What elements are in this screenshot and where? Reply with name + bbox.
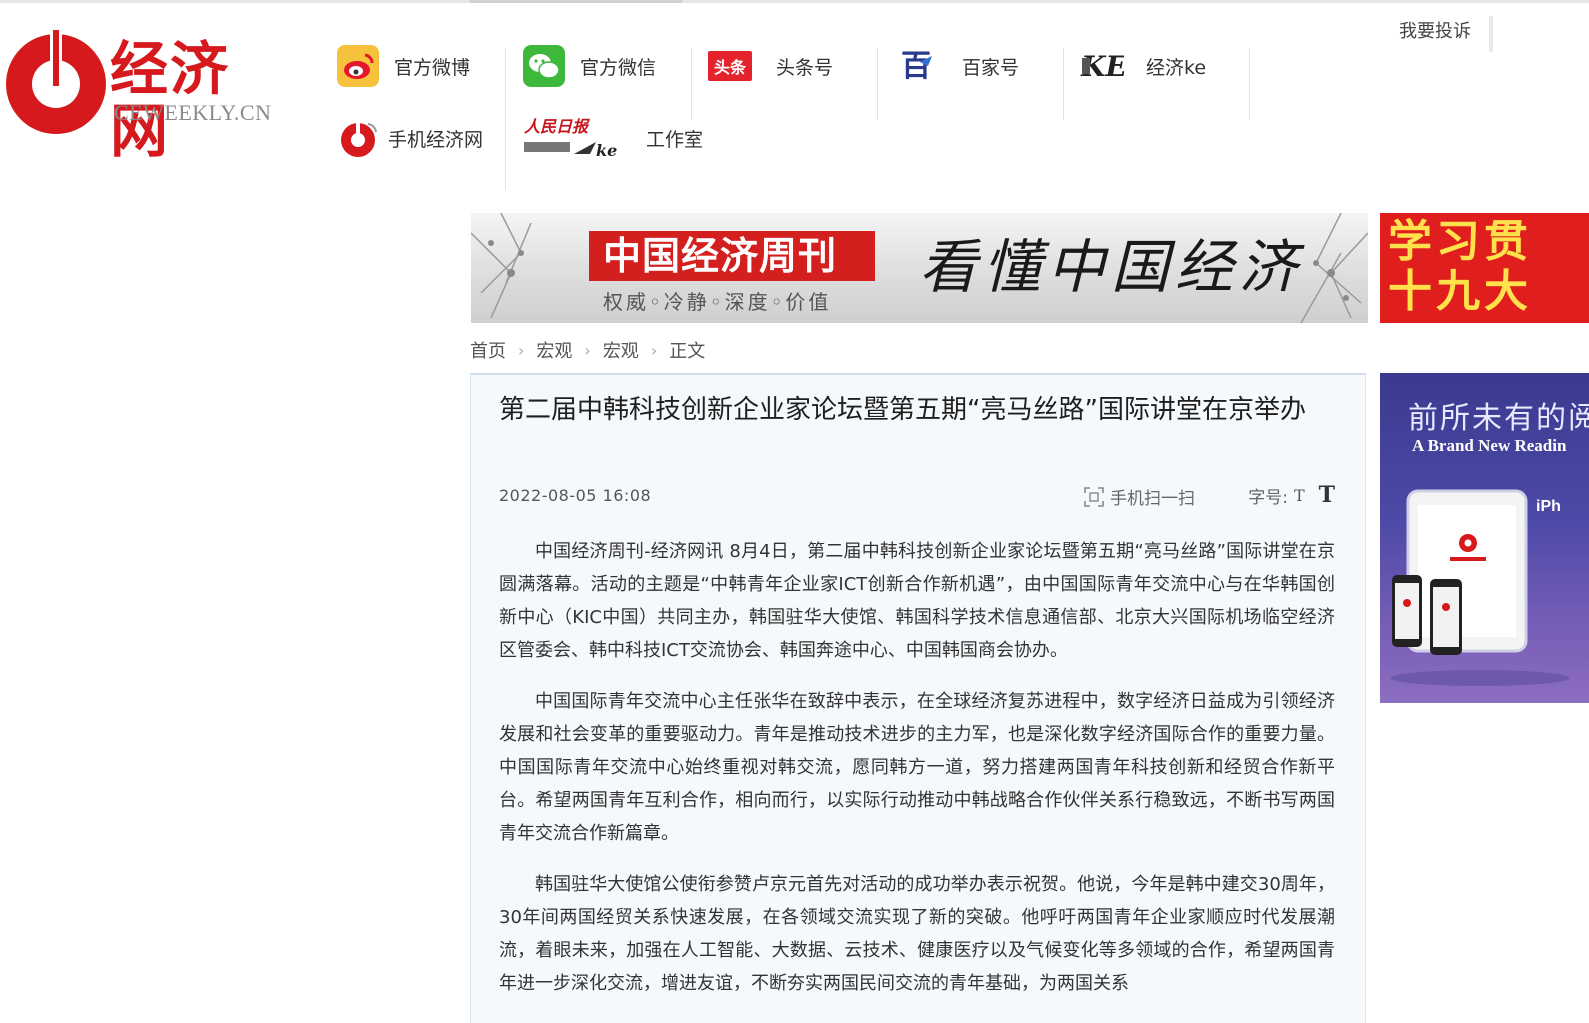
article-date: 2022-08-05 16:08 (499, 486, 652, 505)
social-label: 手机经济网 (388, 128, 484, 151)
side-banner-line2: 十九大 (1388, 266, 1532, 317)
divider (691, 48, 692, 120)
chevron-right-icon: › (584, 340, 591, 360)
divider (505, 120, 506, 190)
logo-disc-icon (6, 28, 106, 134)
social-wechat[interactable]: 官方微信 (522, 44, 656, 88)
svg-text:ke: ke (596, 141, 617, 160)
font-size-label: 字号: (1248, 487, 1288, 508)
article-paragraph: 中国经济周刊-经济网讯 8月4日，第二届中韩科技创新企业家论坛暨第五期“亮马丝路… (499, 541, 1335, 661)
chevron-right-icon: › (650, 340, 658, 360)
social-jingjike[interactable]: KE 经济ke (1080, 44, 1206, 88)
side-banner-line1: 学习贯 (1388, 216, 1532, 267)
weibo-icon (336, 44, 380, 88)
font-size-small-button[interactable]: T (1294, 486, 1305, 505)
scan-qr-link[interactable]: 手机扫一扫 (1084, 484, 1195, 509)
breadcrumb-current: 正文 (669, 341, 706, 362)
social-weibo[interactable]: 官方微博 (336, 44, 470, 88)
svg-text:头条: 头条 (714, 58, 747, 77)
social-label: 官方微博 (394, 56, 471, 79)
breadcrumb-macro-sub[interactable]: 宏观 (603, 337, 639, 363)
breadcrumb: 首页 › 宏观 › 宏观 › 正文 (470, 337, 705, 363)
side-ad[interactable]: 前所未有的阅 A Brand New Readin iPh (1380, 373, 1589, 703)
social-label: 百家号 (962, 56, 1020, 79)
article-paragraph: 韩国驻华大使馆公使衔参赞卢京元首先对活动的成功举办表示祝贺。他说，今年是韩中建交… (499, 874, 1335, 994)
article: 第二届中韩科技创新企业家论坛暨第五期“亮马丝路”国际讲堂在京举办 2022-08… (470, 373, 1366, 1023)
banner-slogan: 看懂中国经济 (919, 233, 1304, 301)
ad-headline: 前所未有的阅 (1408, 401, 1589, 436)
top-progress-segment (470, 0, 682, 3)
social-label: 官方微信 (580, 56, 657, 79)
complain-link[interactable]: 我要投诉 (1399, 17, 1471, 43)
logo-domain: CEWEEKLY.CN (114, 100, 272, 125)
divider (505, 48, 506, 120)
social-label: 经济ke (1146, 56, 1207, 79)
jingjike-icon: KE (1080, 44, 1124, 88)
svg-text:百: 百 (901, 49, 931, 84)
masthead-tagline: 权威◦冷静◦深度◦价值 (603, 290, 832, 314)
social-mobile[interactable]: 手机经济网 (338, 116, 483, 160)
social-label: 工作室 (646, 128, 704, 151)
article-meta: 2022-08-05 16:08 手机扫一扫 字号: T T (499, 482, 1335, 510)
social-studio[interactable]: 人民日报 ke 工作室 (522, 116, 703, 160)
toutiao-icon: 头条 (708, 44, 752, 88)
top-progress-line (0, 0, 1589, 3)
divider (877, 48, 878, 120)
divider (1249, 48, 1250, 120)
main-banner[interactable]: 中国经济周刊 权威◦冷静◦深度◦价值 看懂中国经济 (471, 213, 1368, 323)
article-paragraph: 中国国际青年交流中心主任张华在致辞中表示，在全球经济复苏进程中，数字经济日益成为… (499, 691, 1335, 844)
article-title: 第二届中韩科技创新企业家论坛暨第五期“亮马丝路”国际讲堂在京举办 (499, 395, 1306, 425)
divider (1489, 16, 1493, 52)
side-banner[interactable]: 学习贯 十九大 (1380, 213, 1589, 323)
breadcrumb-home[interactable]: 首页 (470, 337, 506, 363)
font-size-large-button[interactable]: T (1319, 482, 1335, 508)
qr-scan-icon (1084, 486, 1104, 507)
social-toutiao[interactable]: 头条 头条号 (708, 44, 833, 88)
social-baijia[interactable]: 百 百家号 (896, 44, 1019, 88)
site-logo[interactable]: 经济网 CEWEEKLY.CN (6, 28, 276, 162)
masthead-title: 中国经济周刊 (603, 233, 838, 278)
ad-device-label: iPh (1536, 498, 1561, 515)
divider (1063, 48, 1064, 120)
wechat-icon (522, 44, 566, 88)
font-size-control: 字号: T T (1248, 482, 1335, 508)
scan-label: 手机扫一扫 (1110, 489, 1195, 509)
social-label: 头条号 (776, 56, 834, 79)
ad-subline: A Brand New Readin (1412, 436, 1567, 455)
chevron-right-icon: › (518, 340, 525, 360)
article-body: 中国经济周刊-经济网讯 8月4日，第二届中韩科技创新企业家论坛暨第五期“亮马丝路… (499, 535, 1335, 1018)
mobile-ceweekly-icon (338, 116, 382, 160)
peoples-daily-studio-icon: 人民日报 ke (522, 116, 626, 160)
baijia-icon: 百 (896, 44, 940, 88)
svg-text:人民日报: 人民日报 (524, 117, 590, 136)
breadcrumb-macro[interactable]: 宏观 (536, 337, 572, 363)
